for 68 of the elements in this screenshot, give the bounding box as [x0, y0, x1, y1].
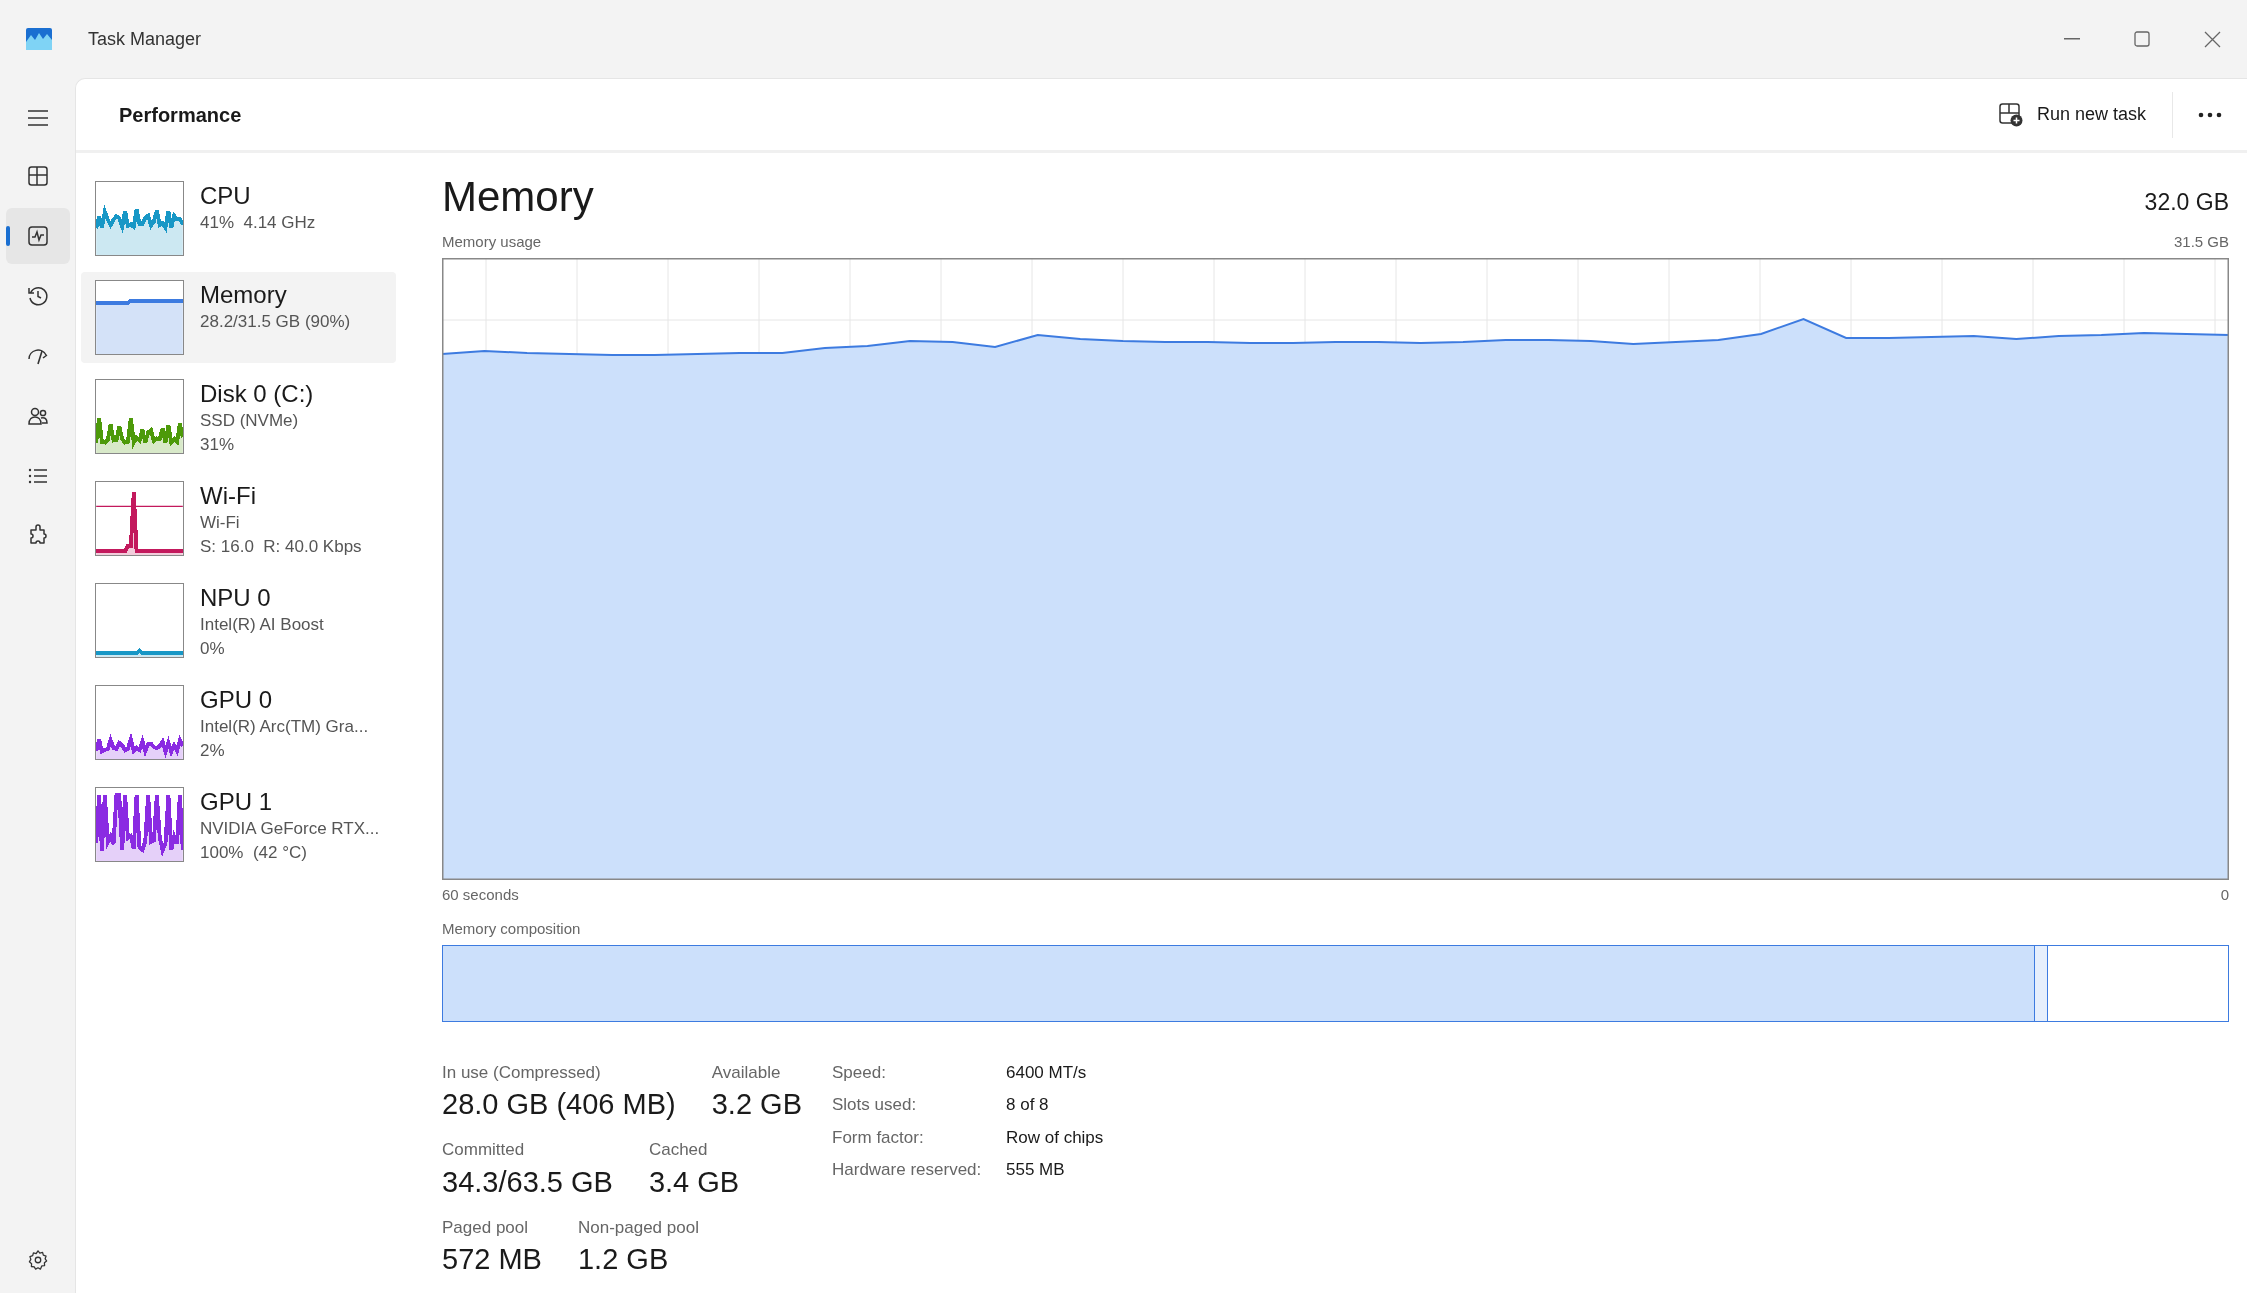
more-options-icon — [2198, 111, 2222, 118]
stat-value: 34.3/63.5 GB — [442, 1164, 613, 1200]
stat-value: 3.2 GB — [711, 1087, 802, 1122]
device-name: GPU 1 — [200, 787, 274, 817]
app-logo-icon — [26, 28, 52, 50]
stat-label: In use (Compressed) — [442, 1061, 602, 1084]
memory-heading: Memory — [442, 172, 594, 222]
page-title: Performance — [119, 102, 242, 128]
device-detail: 100% (42 °C) — [200, 842, 308, 864]
run-task-icon — [1998, 102, 2023, 127]
device-list-item[interactable]: Memory 28.2/31.5 GB (90%) — [81, 272, 396, 363]
stat-value: 1.2 GB — [577, 1242, 670, 1277]
device-detail: 41% 4.14 GHz — [200, 212, 316, 234]
detail-value: Row of chips — [1006, 1126, 1104, 1149]
close-icon — [2203, 30, 2221, 48]
stat-label: Committed — [442, 1139, 526, 1161]
stat-label: Paged pool — [442, 1216, 530, 1239]
device-detail: Intel(R) AI Boost — [200, 614, 324, 636]
device-name: GPU 0 — [200, 685, 274, 715]
stat-label: Available — [711, 1061, 782, 1084]
total-memory: 32.0 GB — [2144, 187, 2229, 217]
stat-value: 3.4 GB — [648, 1164, 740, 1200]
history-icon — [25, 284, 50, 308]
time-axis-label: 60 seconds — [442, 884, 519, 905]
detail-value: 8 of 8 — [1006, 1094, 1050, 1116]
performance-nav-button[interactable] — [5, 208, 70, 264]
stat-value: 28.0 GB (406 MB) — [442, 1087, 676, 1122]
device-detail: Intel(R) Arc(TM) Gra... — [200, 716, 369, 738]
memory-composition-label: Memory composition — [442, 919, 582, 939]
stat-value: 572 MB — [442, 1242, 542, 1277]
device-list-item[interactable]: Disk 0 (C:) SSD (NVMe) 31% — [81, 371, 396, 465]
maximize-icon — [2134, 31, 2150, 47]
device-detail: Wi-Fi — [200, 512, 241, 534]
detail-label: Form factor: — [832, 1126, 925, 1149]
device-name: NPU 0 — [200, 583, 272, 613]
detail-label: Slots used: — [832, 1094, 918, 1116]
device-detail: 2% — [200, 740, 226, 762]
device-detail: 31% — [200, 434, 236, 456]
detail-label: Speed: — [832, 1061, 887, 1084]
device-list-item[interactable]: CPU 41% 4.14 GHz — [81, 173, 396, 264]
grid-icon — [25, 164, 50, 188]
memory-usage-label: Memory usage — [442, 232, 542, 252]
detail-value: 555 MB — [1006, 1159, 1066, 1181]
device-list-item[interactable]: Wi-Fi Wi-Fi S: 16.0 R: 40.0 Kbps — [81, 473, 396, 567]
device-detail: SSD (NVMe) — [200, 410, 300, 432]
activity-chart-icon — [25, 224, 50, 248]
stat-label: Non-paged pool — [577, 1216, 699, 1239]
detail-value: 6400 MT/s — [1006, 1061, 1088, 1084]
device-name: Memory — [200, 280, 288, 310]
minimize-icon — [2064, 38, 2080, 40]
time-axis-label: 0 — [2220, 884, 2229, 905]
window-title: Task Manager — [88, 27, 202, 51]
axis-max-label: 31.5 GB — [2173, 232, 2229, 252]
device-detail: NVIDIA GeForce RTX... — [200, 818, 380, 840]
device-name: CPU — [200, 181, 252, 211]
device-list-item[interactable]: GPU 0 Intel(R) Arc(TM) Gra... 2% — [81, 677, 396, 771]
stat-label: Cached — [648, 1139, 709, 1161]
settings-icon — [26, 1249, 49, 1271]
device-list-item[interactable]: NPU 0 Intel(R) AI Boost 0% — [81, 575, 396, 669]
device-detail: S: 16.0 R: 40.0 Kbps — [200, 536, 362, 558]
menu-icon — [26, 110, 49, 126]
device-detail: 28.2/31.5 GB (90%) — [200, 311, 351, 333]
run-new-task-button[interactable]: Run new task — [1986, 91, 2158, 138]
device-name: Disk 0 (C:) — [200, 379, 314, 409]
device-name: Wi-Fi — [200, 481, 257, 511]
detail-label: Hardware reserved: — [832, 1159, 983, 1181]
device-list-item[interactable]: GPU 1 NVIDIA GeForce RTX... 100% (42 °C) — [81, 779, 396, 873]
device-detail: 0% — [200, 638, 226, 660]
